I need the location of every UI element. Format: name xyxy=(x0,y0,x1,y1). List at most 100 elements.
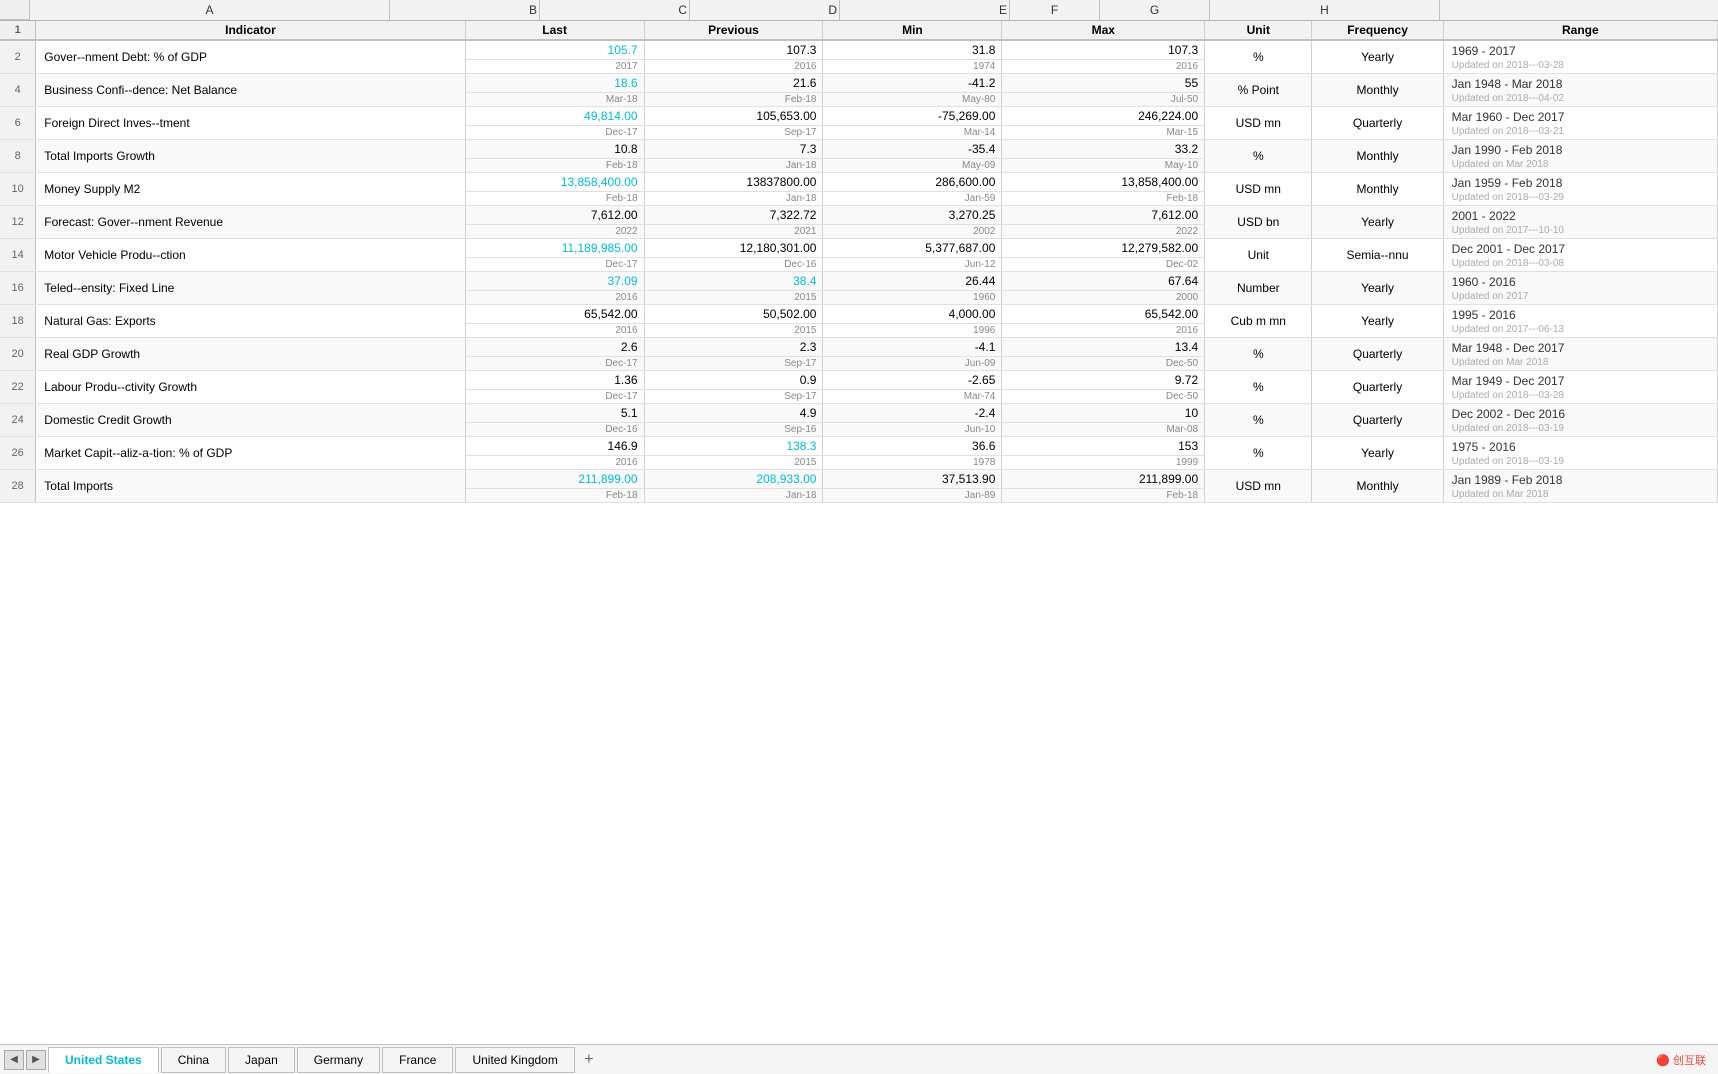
previous-value: 21.6 xyxy=(644,74,823,93)
unit-cell: % xyxy=(1205,437,1312,470)
last-value: 2.6 xyxy=(465,338,644,357)
sub-date: May-80 xyxy=(823,93,1002,107)
sub-date: Sep-17 xyxy=(644,390,823,404)
min-value: 37,513.90 xyxy=(823,470,1002,489)
table-row: 8Total Imports Growth10.87.3-35.433.2%Mo… xyxy=(0,140,1718,159)
tab-next-btn[interactable]: ▶ xyxy=(26,1050,46,1070)
sub-date: Dec-50 xyxy=(1002,390,1205,404)
sub-date: 1999 xyxy=(1002,456,1205,470)
previous-value: 105,653.00 xyxy=(644,107,823,126)
min-value: 36.6 xyxy=(823,437,1002,456)
tab-add-btn[interactable]: + xyxy=(577,1048,601,1072)
col-header-e: E xyxy=(840,0,1010,20)
indicator-cell: Total Imports Growth xyxy=(36,140,465,173)
range-cell: 1960 - 2016Updated on 2017 xyxy=(1443,272,1717,305)
max-value: 65,542.00 xyxy=(1002,305,1205,324)
row-number: 20 xyxy=(0,338,36,371)
range-cell: 1969 - 2017Updated on 2018---03-28 xyxy=(1443,41,1717,74)
tab-france[interactable]: France xyxy=(382,1047,453,1073)
header-row: 1 Indicator Last Previous Min Max Unit F… xyxy=(0,21,1718,40)
sub-date: Feb-18 xyxy=(465,192,644,206)
row-number: 8 xyxy=(0,140,36,173)
range-cell: Dec 2001 - Dec 2017Updated on 2018---03-… xyxy=(1443,239,1717,272)
unit-cell: USD mn xyxy=(1205,173,1312,206)
header-max: Max xyxy=(1002,21,1205,40)
min-value: 4,000.00 xyxy=(823,305,1002,324)
sub-date: Mar-18 xyxy=(465,93,644,107)
sub-date: Mar-14 xyxy=(823,126,1002,140)
unit-cell: USD bn xyxy=(1205,206,1312,239)
row-number: 2 xyxy=(0,41,36,74)
frequency-cell: Semia--nnu xyxy=(1312,239,1443,272)
sub-date: 1978 xyxy=(823,456,1002,470)
sub-date: 2016 xyxy=(465,291,644,305)
tab-prev-btn[interactable]: ◀ xyxy=(4,1050,24,1070)
sub-date: Jul-50 xyxy=(1002,93,1205,107)
sub-date: 2002 xyxy=(823,225,1002,239)
sub-date: 2015 xyxy=(644,291,823,305)
table-row: 10Money Supply M213,858,400.0013837800.0… xyxy=(0,173,1718,192)
previous-value: 50,502.00 xyxy=(644,305,823,324)
min-value: -41.2 xyxy=(823,74,1002,93)
frequency-cell: Yearly xyxy=(1312,272,1443,305)
indicator-cell: Motor Vehicle Produ--ction xyxy=(36,239,465,272)
max-value: 13.4 xyxy=(1002,338,1205,357)
sub-date: 2016 xyxy=(465,456,644,470)
sub-date: Mar-15 xyxy=(1002,126,1205,140)
tab-united-states[interactable]: United States xyxy=(48,1047,159,1073)
sub-date: Dec-16 xyxy=(465,423,644,437)
indicator-cell: Gover--nment Debt: % of GDP xyxy=(36,41,465,74)
min-value: -2.65 xyxy=(823,371,1002,390)
indicator-cell: Teled--ensity: Fixed Line xyxy=(36,272,465,305)
max-value: 13,858,400.00 xyxy=(1002,173,1205,192)
spreadsheet-container: A B C D E F G H 1 Indicator xyxy=(0,0,1718,1074)
tab-germany[interactable]: Germany xyxy=(297,1047,380,1073)
tab-japan[interactable]: Japan xyxy=(228,1047,295,1073)
previous-value: 38.4 xyxy=(644,272,823,291)
max-value: 12,279,582.00 xyxy=(1002,239,1205,258)
min-value: -35.4 xyxy=(823,140,1002,159)
indicator-cell: Money Supply M2 xyxy=(36,173,465,206)
last-value: 7,612.00 xyxy=(465,206,644,225)
frequency-cell: Yearly xyxy=(1312,41,1443,74)
min-value: 5,377,687.00 xyxy=(823,239,1002,258)
tab-china[interactable]: China xyxy=(161,1047,226,1073)
last-value: 5.1 xyxy=(465,404,644,423)
previous-value: 7,322.72 xyxy=(644,206,823,225)
table-row: 2Gover--nment Debt: % of GDP105.7107.331… xyxy=(0,41,1718,60)
table-row: 14Motor Vehicle Produ--ction11,189,985.0… xyxy=(0,239,1718,258)
tab-united-kingdom[interactable]: United Kingdom xyxy=(455,1047,574,1073)
frequency-cell: Quarterly xyxy=(1312,107,1443,140)
previous-value: 7.3 xyxy=(644,140,823,159)
row-number: 24 xyxy=(0,404,36,437)
frequency-cell: Monthly xyxy=(1312,470,1443,503)
sub-date: Feb-18 xyxy=(465,159,644,173)
sub-date: Dec-17 xyxy=(465,390,644,404)
sub-date: Dec-17 xyxy=(465,357,644,371)
indicator-cell: Natural Gas: Exports xyxy=(36,305,465,338)
previous-value: 0.9 xyxy=(644,371,823,390)
header-last: Last xyxy=(465,21,644,40)
table-row: 12Forecast: Gover--nment Revenue7,612.00… xyxy=(0,206,1718,225)
unit-cell: USD mn xyxy=(1205,107,1312,140)
range-cell: Mar 1948 - Dec 2017Updated on Mar 2018 xyxy=(1443,338,1717,371)
min-value: -4.1 xyxy=(823,338,1002,357)
max-value: 10 xyxy=(1002,404,1205,423)
range-cell: 2001 - 2022Updated on 2017---10-10 xyxy=(1443,206,1717,239)
frequency-cell: Yearly xyxy=(1312,206,1443,239)
range-cell: Jan 1948 - Mar 2018Updated on 2018---04-… xyxy=(1443,74,1717,107)
row-number: 28 xyxy=(0,470,36,503)
table-row: 20Real GDP Growth2.62.3-4.113.4%Quarterl… xyxy=(0,338,1718,357)
previous-value: 208,933.00 xyxy=(644,470,823,489)
main-table: 1 Indicator Last Previous Min Max Unit F… xyxy=(0,21,1718,41)
sub-date: Jan-18 xyxy=(644,192,823,206)
sub-date: May-10 xyxy=(1002,159,1205,173)
previous-value: 138.3 xyxy=(644,437,823,456)
previous-value: 12,180,301.00 xyxy=(644,239,823,258)
table-row: 28Total Imports211,899.00208,933.0037,51… xyxy=(0,470,1718,489)
min-value: -75,269.00 xyxy=(823,107,1002,126)
frequency-cell: Quarterly xyxy=(1312,404,1443,437)
table-row: 24Domestic Credit Growth5.14.9-2.410%Qua… xyxy=(0,404,1718,423)
last-value: 65,542.00 xyxy=(465,305,644,324)
frequency-cell: Quarterly xyxy=(1312,338,1443,371)
